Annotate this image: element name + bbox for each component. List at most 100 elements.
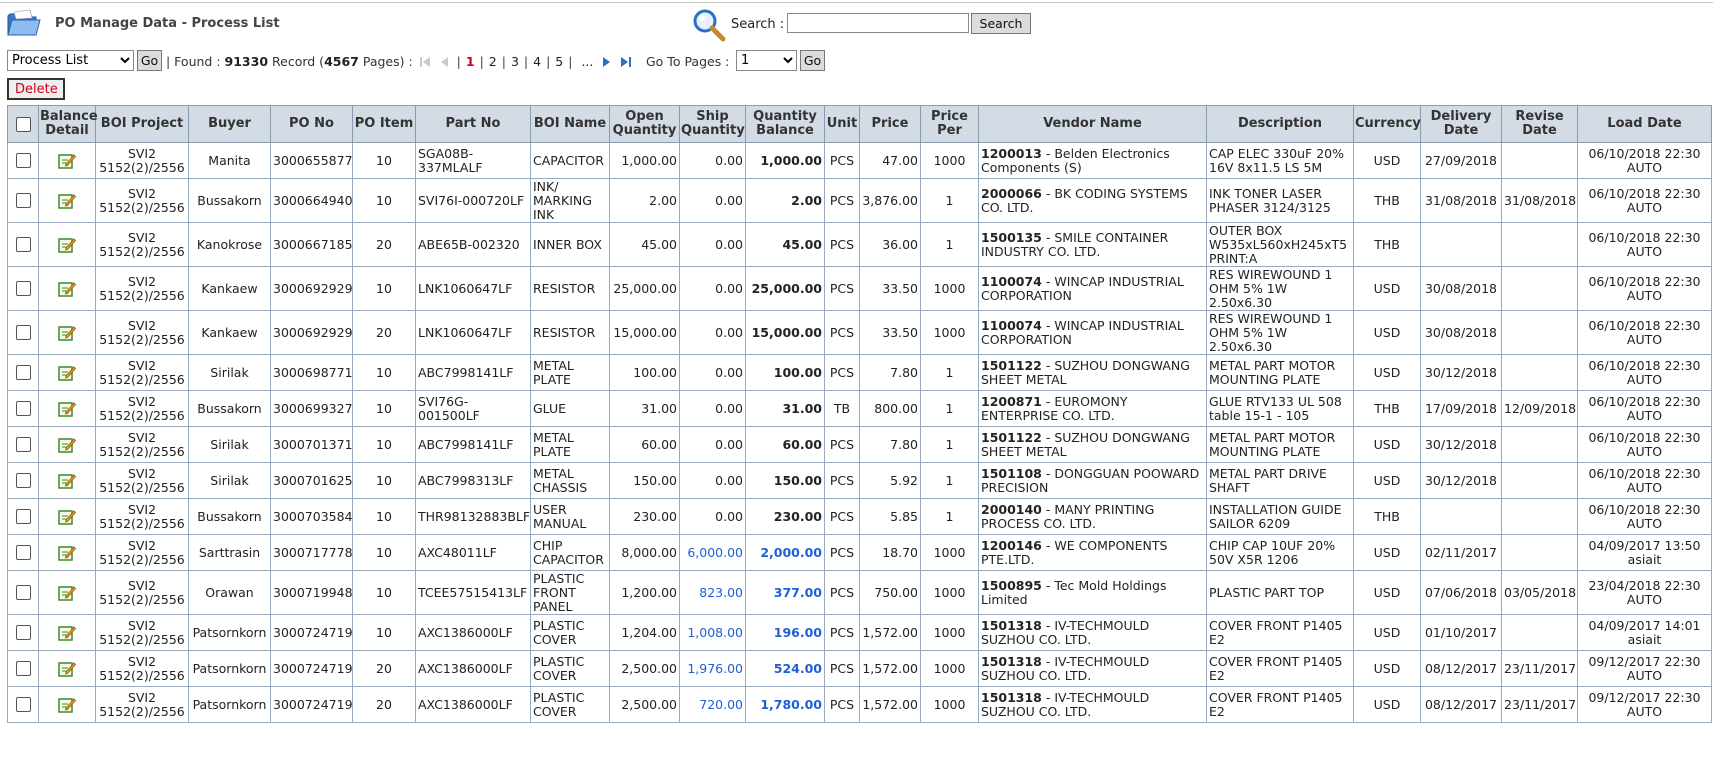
row-checkbox[interactable]: [15, 437, 31, 452]
row-select-cell[interactable]: [7, 266, 39, 311]
found-count: 91330: [224, 54, 269, 69]
balance-detail-cell[interactable]: [38, 498, 96, 535]
unit-cell: PCS: [824, 534, 860, 571]
row-select-cell[interactable]: [7, 354, 39, 391]
vendor-name-cell: 2000066 - BK CODING SYSTEMS CO. LTD.: [978, 178, 1207, 223]
row-select-cell[interactable]: [7, 686, 39, 723]
search-input[interactable]: [787, 13, 969, 33]
balance-detail-cell[interactable]: [38, 354, 96, 391]
row-checkbox[interactable]: [15, 281, 31, 296]
row-checkbox[interactable]: [15, 193, 31, 208]
row-checkbox[interactable]: [15, 509, 31, 524]
balance-detail-cell[interactable]: [38, 650, 96, 687]
go-button[interactable]: Go: [137, 50, 162, 71]
row-select-cell[interactable]: [7, 614, 39, 651]
row-select-cell[interactable]: [7, 570, 39, 615]
edit-icon[interactable]: [58, 544, 76, 561]
edit-icon[interactable]: [58, 324, 76, 341]
balance-detail-cell[interactable]: [38, 426, 96, 463]
row-select-cell[interactable]: [7, 222, 39, 267]
balance-detail-cell[interactable]: [38, 178, 96, 223]
row-checkbox[interactable]: [15, 473, 31, 488]
row-select-cell[interactable]: [7, 534, 39, 571]
balance-detail-cell[interactable]: [38, 570, 96, 615]
page-link-4[interactable]: 4: [533, 54, 541, 69]
row-checkbox[interactable]: [15, 697, 31, 712]
part-no-cell: AXC1386000LF: [415, 614, 531, 651]
view-select[interactable]: Process List: [7, 50, 134, 71]
row-checkbox[interactable]: [15, 153, 31, 168]
row-select-cell[interactable]: [7, 142, 39, 179]
last-page-icon[interactable]: [620, 56, 632, 68]
row-checkbox[interactable]: [15, 401, 31, 416]
search-icon: [693, 9, 726, 42]
vendor-name-cell: 1501318 - IV-TECHMOULD SUZHOU CO. LTD.: [978, 614, 1207, 651]
goto-go-button[interactable]: Go: [800, 50, 825, 71]
edit-icon[interactable]: [58, 584, 76, 601]
revise-date-cell: [1501, 534, 1578, 571]
more-pages-link[interactable]: ...: [581, 54, 593, 69]
next-page-icon[interactable]: [602, 56, 612, 68]
balance-detail-cell[interactable]: [38, 462, 96, 499]
edit-icon[interactable]: [58, 696, 76, 713]
table-row: SVI2 5152(2)/2556 Sirilak 3000701625 10 …: [7, 462, 1712, 499]
search-button[interactable]: Search: [971, 13, 1031, 34]
row-select-cell[interactable]: [7, 498, 39, 535]
select-all-cell[interactable]: [7, 105, 39, 143]
balance-detail-cell[interactable]: [38, 686, 96, 723]
prev-page-icon[interactable]: [439, 56, 449, 68]
edit-icon[interactable]: [58, 508, 76, 525]
po-no-cell: 3000719948: [270, 570, 353, 615]
edit-icon[interactable]: [58, 152, 76, 169]
edit-icon[interactable]: [58, 280, 76, 297]
page-link-2[interactable]: 2: [489, 54, 497, 69]
row-select-cell[interactable]: [7, 178, 39, 223]
balance-detail-cell[interactable]: [38, 310, 96, 355]
row-select-cell[interactable]: [7, 650, 39, 687]
balance-detail-cell[interactable]: [38, 222, 96, 267]
balance-detail-cell[interactable]: [38, 142, 96, 179]
page-link-3[interactable]: 3: [511, 54, 519, 69]
po-no-cell: 3000724719: [270, 614, 353, 651]
select-all-checkbox[interactable]: [15, 116, 31, 132]
edit-icon[interactable]: [58, 660, 76, 677]
page-title: PO Manage Data - Process List: [55, 16, 280, 31]
edit-icon[interactable]: [58, 624, 76, 641]
edit-icon[interactable]: [58, 192, 76, 209]
open-qty-cell: 1,000.00: [609, 142, 680, 179]
load-date-cell: 06/10/2018 22:30 AUTO: [1577, 390, 1712, 427]
row-select-cell[interactable]: [7, 390, 39, 427]
top-divider: [0, 2, 1713, 3]
row-checkbox[interactable]: [15, 237, 31, 252]
balance-detail-cell[interactable]: [38, 614, 96, 651]
first-page-icon[interactable]: [419, 56, 431, 68]
edit-icon[interactable]: [58, 400, 76, 417]
edit-icon[interactable]: [58, 436, 76, 453]
page-link-1[interactable]: 1: [466, 54, 475, 69]
row-checkbox[interactable]: [15, 661, 31, 676]
row-select-cell[interactable]: [7, 426, 39, 463]
page-link-5[interactable]: 5: [555, 54, 563, 69]
description-cell: COVER FRONT P1405 E2: [1206, 686, 1354, 723]
balance-detail-cell[interactable]: [38, 266, 96, 311]
balance-detail-cell[interactable]: [38, 534, 96, 571]
row-checkbox[interactable]: [15, 365, 31, 380]
edit-icon[interactable]: [58, 364, 76, 381]
found-prefix: | Found :: [166, 54, 221, 69]
row-select-cell[interactable]: [7, 310, 39, 355]
goto-page-select[interactable]: 1: [736, 50, 797, 71]
row-checkbox[interactable]: [15, 625, 31, 640]
price-cell: 750.00: [859, 570, 921, 615]
row-select-cell[interactable]: [7, 462, 39, 499]
currency-cell: USD: [1353, 426, 1421, 463]
row-checkbox[interactable]: [15, 585, 31, 600]
row-checkbox[interactable]: [15, 325, 31, 340]
edit-icon[interactable]: [58, 472, 76, 489]
po-no-cell: 3000692929: [270, 310, 353, 355]
delete-button[interactable]: Delete: [7, 78, 65, 100]
row-checkbox[interactable]: [15, 545, 31, 560]
po-no-cell: 3000692929: [270, 266, 353, 311]
balance-detail-cell[interactable]: [38, 390, 96, 427]
price-per-cell: 1000: [920, 142, 979, 179]
edit-icon[interactable]: [58, 236, 76, 253]
